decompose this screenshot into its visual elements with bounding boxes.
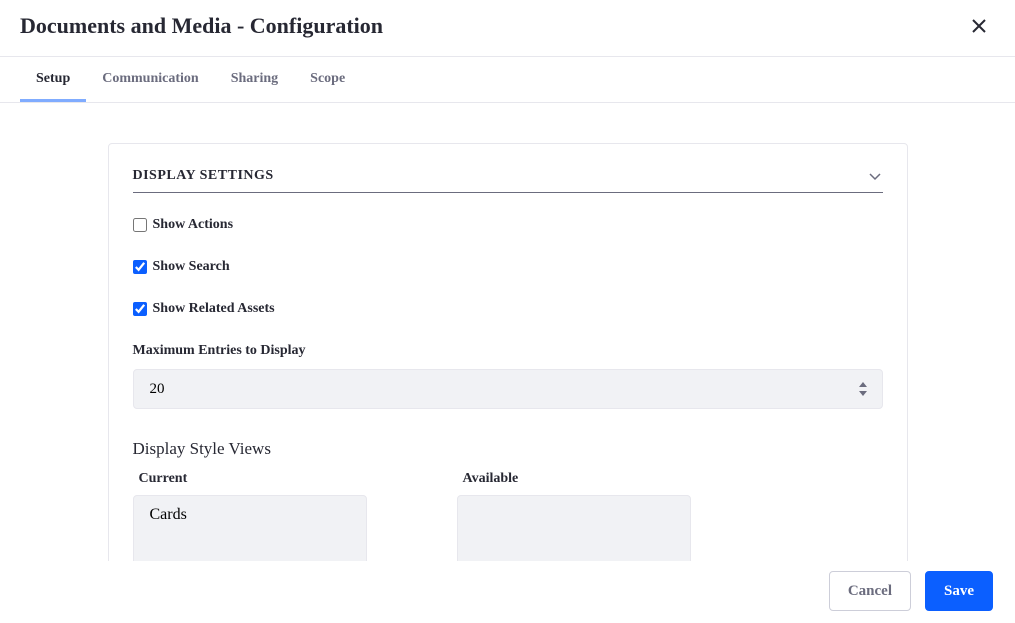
tabs: Setup Communication Sharing Scope	[0, 57, 1015, 103]
show-actions-checkbox[interactable]	[133, 218, 147, 232]
tab-sharing[interactable]: Sharing	[215, 57, 294, 102]
tab-setup[interactable]: Setup	[20, 57, 86, 102]
show-search-label: Show Search	[153, 259, 230, 275]
available-column: Available	[457, 471, 691, 561]
tab-scope[interactable]: Scope	[294, 57, 361, 102]
available-listbox[interactable]	[457, 495, 691, 561]
modal-title: Documents and Media - Configuration	[20, 13, 963, 39]
cancel-button[interactable]: Cancel	[829, 571, 911, 611]
section-title: DISPLAY SETTINGS	[133, 168, 867, 184]
close-button[interactable]	[963, 10, 995, 42]
display-style-heading: Display Style Views	[133, 439, 883, 459]
show-related-assets-label: Show Related Assets	[153, 301, 275, 317]
show-actions-row[interactable]: Show Actions	[133, 217, 883, 233]
max-entries-select-wrap: 20	[133, 369, 883, 409]
display-settings-panel: DISPLAY SETTINGS Show Actions Show Searc…	[108, 143, 908, 561]
panel-container: DISPLAY SETTINGS Show Actions Show Searc…	[0, 103, 1015, 561]
show-search-checkbox[interactable]	[133, 260, 147, 274]
show-search-row[interactable]: Show Search	[133, 259, 883, 275]
current-label: Current	[139, 471, 367, 487]
list-item[interactable]: Cards	[138, 500, 362, 530]
current-column: Current Cards	[133, 471, 367, 561]
save-button[interactable]: Save	[925, 571, 993, 611]
chevron-down-icon	[867, 168, 883, 184]
tab-communication[interactable]: Communication	[86, 57, 214, 102]
close-icon	[971, 18, 987, 34]
modal-body-wrap: Setup Communication Sharing Scope DISPLA…	[0, 57, 1015, 561]
show-related-assets-row[interactable]: Show Related Assets	[133, 301, 883, 317]
show-related-assets-checkbox[interactable]	[133, 302, 147, 316]
show-actions-label: Show Actions	[153, 217, 234, 233]
modal-body[interactable]: Setup Communication Sharing Scope DISPLA…	[0, 57, 1015, 561]
modal-header: Documents and Media - Configuration	[0, 0, 1015, 57]
section-header[interactable]: DISPLAY SETTINGS	[133, 168, 883, 193]
max-entries-select[interactable]: 20	[133, 369, 883, 409]
max-entries-label: Maximum Entries to Display	[133, 343, 883, 359]
display-style-columns: Current Cards Available	[133, 471, 883, 561]
configuration-modal: Documents and Media - Configuration Setu…	[0, 0, 1015, 623]
modal-footer: Cancel Save	[0, 561, 1015, 623]
current-listbox[interactable]: Cards	[133, 495, 367, 561]
available-label: Available	[463, 471, 691, 487]
